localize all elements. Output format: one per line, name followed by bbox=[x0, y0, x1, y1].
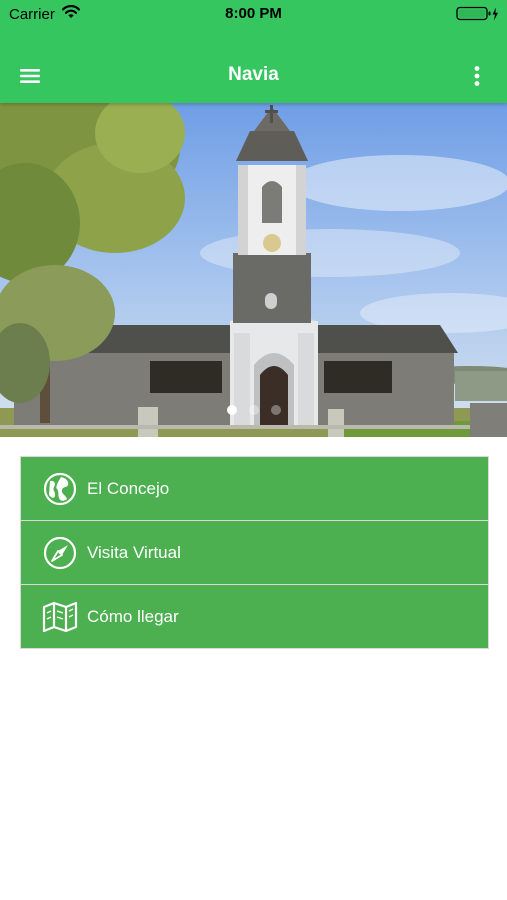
menu-item-label: El Concejo bbox=[87, 479, 170, 498]
menu-item-como-llegar[interactable]: Cómo llegar bbox=[21, 585, 488, 648]
globe-icon bbox=[42, 471, 78, 507]
carousel-dot[interactable] bbox=[226, 405, 237, 415]
menu-item-label: Cómo llegar bbox=[87, 607, 179, 626]
carousel-indicator bbox=[0, 405, 507, 415]
page-title: Navia bbox=[228, 64, 279, 85]
church-photo bbox=[0, 103, 507, 437]
menu-item-label: Visita Virtual bbox=[87, 543, 181, 562]
more-vertical-icon[interactable] bbox=[467, 64, 487, 88]
image-carousel[interactable] bbox=[0, 103, 507, 437]
app-header: Carrier 8:00 PM Navia bbox=[0, 0, 507, 103]
status-time: 8:00 PM bbox=[225, 5, 282, 22]
compass-icon bbox=[42, 535, 78, 571]
map-icon bbox=[42, 599, 78, 635]
carousel-dot[interactable] bbox=[248, 405, 259, 415]
main-menu-list: El Concejo Visita Virtual Cómo llegar bbox=[20, 456, 489, 649]
carousel-dot[interactable] bbox=[270, 405, 281, 415]
menu-item-visita-virtual[interactable]: Visita Virtual bbox=[21, 521, 488, 585]
status-bar: Carrier 8:00 PM bbox=[0, 0, 507, 28]
menu-item-el-concejo[interactable]: El Concejo bbox=[21, 457, 488, 521]
battery-charging-icon bbox=[456, 6, 500, 27]
